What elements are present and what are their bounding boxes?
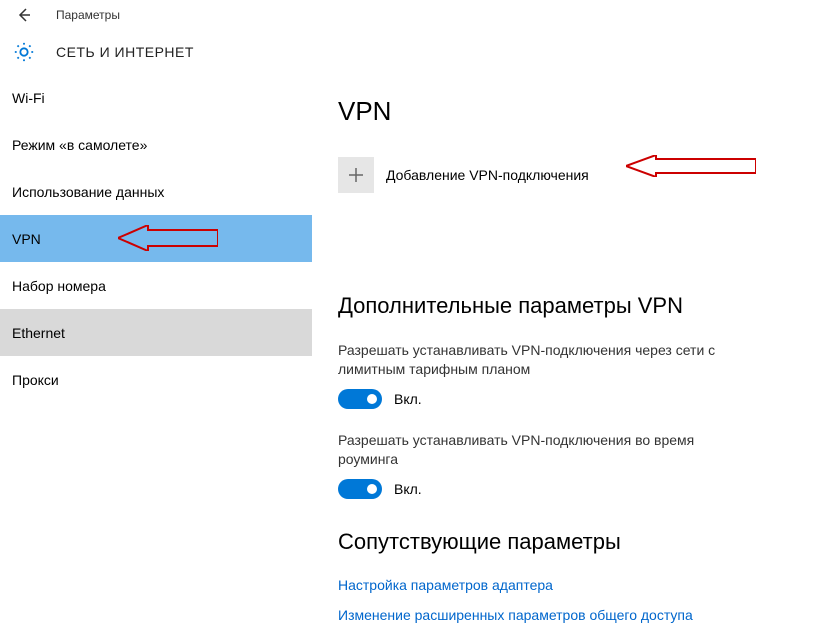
back-button[interactable] <box>8 0 40 30</box>
sidebar-item-ethernet[interactable]: Ethernet <box>0 309 312 356</box>
setting-metered: Разрешать устанавливать VPN-подключения … <box>338 341 787 409</box>
plus-icon <box>338 157 374 193</box>
add-vpn-button[interactable]: Добавление VPN-подключения <box>338 157 787 193</box>
header-title: СЕТЬ И ИНТЕРНЕТ <box>56 44 194 60</box>
page-title: VPN <box>338 96 787 127</box>
sidebar-item-dialup[interactable]: Набор номера <box>0 262 312 309</box>
back-arrow-icon <box>16 7 32 23</box>
sidebar: Wi-Fi Режим «в самолете» Использование д… <box>0 74 312 634</box>
add-vpn-label: Добавление VPN-подключения <box>386 167 589 183</box>
gear-icon <box>10 38 38 66</box>
setting-roaming-desc: Разрешать устанавливать VPN-подключения … <box>338 431 758 469</box>
toggle-roaming-state: Вкл. <box>394 481 422 497</box>
sidebar-item-label: Использование данных <box>12 184 164 200</box>
sidebar-item-airplane[interactable]: Режим «в самолете» <box>0 121 312 168</box>
annotation-arrow-icon <box>118 225 218 251</box>
sidebar-item-data-usage[interactable]: Использование данных <box>0 168 312 215</box>
header: СЕТЬ И ИНТЕРНЕТ <box>0 30 813 74</box>
setting-metered-desc: Разрешать устанавливать VPN-подключения … <box>338 341 758 379</box>
sidebar-item-vpn[interactable]: VPN <box>0 215 312 262</box>
sidebar-item-label: Wi-Fi <box>12 90 45 106</box>
window-title: Параметры <box>56 8 120 22</box>
content-pane: VPN Добавление VPN-подключения Дополните… <box>312 74 813 634</box>
related-section-title: Сопутствующие параметры <box>338 529 787 555</box>
titlebar: Параметры <box>0 0 813 30</box>
sidebar-item-label: Ethernet <box>12 325 65 341</box>
sidebar-item-label: Набор номера <box>12 278 106 294</box>
sidebar-item-label: Прокси <box>12 372 59 388</box>
setting-roaming: Разрешать устанавливать VPN-подключения … <box>338 431 787 499</box>
sidebar-item-label: Режим «в самолете» <box>12 137 147 153</box>
annotation-arrow-icon <box>626 155 756 177</box>
toggle-roaming[interactable] <box>338 479 382 499</box>
link-adapter-settings[interactable]: Настройка параметров адаптера <box>338 577 787 593</box>
toggle-metered[interactable] <box>338 389 382 409</box>
sidebar-item-wifi[interactable]: Wi-Fi <box>0 74 312 121</box>
toggle-metered-state: Вкл. <box>394 391 422 407</box>
link-sharing-settings[interactable]: Изменение расширенных параметров общего … <box>338 607 787 623</box>
advanced-section-title: Дополнительные параметры VPN <box>338 293 787 319</box>
sidebar-item-proxy[interactable]: Прокси <box>0 356 312 403</box>
sidebar-item-label: VPN <box>12 231 41 247</box>
